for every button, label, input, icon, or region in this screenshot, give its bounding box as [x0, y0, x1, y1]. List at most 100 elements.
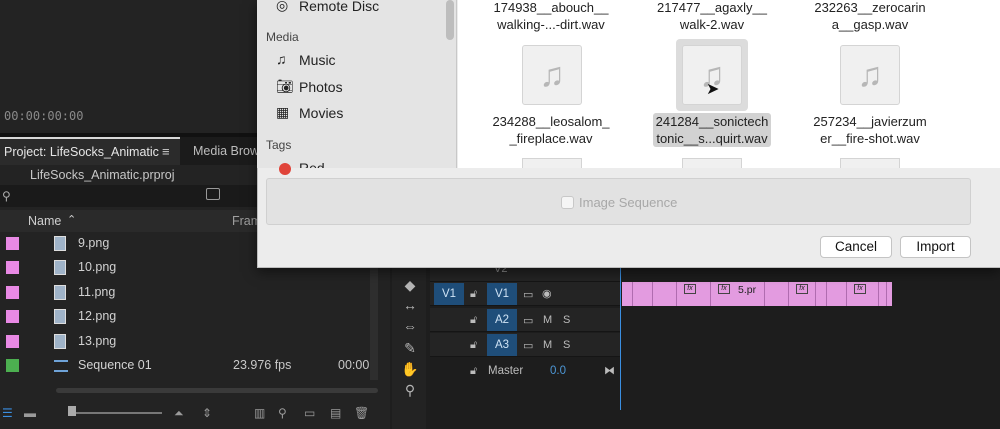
- list-item[interactable]: 12.png: [0, 305, 380, 329]
- zoom-tool-icon[interactable]: ⚲: [400, 382, 420, 400]
- sort-icons-icon[interactable]: ⏶: [174, 406, 184, 421]
- monitor-timecode: 00:00:00:00: [4, 109, 84, 123]
- clip-boundary: [652, 282, 653, 306]
- item-name: 13.png: [78, 334, 117, 348]
- file-name-line2: tonic__s...quirt.wav: [656, 131, 768, 146]
- track-target-a3[interactable]: A3: [487, 334, 517, 356]
- list-item[interactable]: Sequence 01 23.976 fps 00:00: [0, 354, 380, 378]
- clip-boundary: [710, 282, 711, 306]
- slip-tool-icon[interactable]: ↔: [400, 297, 420, 315]
- label-color-swatch: [6, 286, 19, 299]
- search-icon[interactable]: ⚲: [2, 189, 11, 203]
- file-name-line1: 217477__agaxly__: [657, 0, 767, 15]
- image-file-icon: [54, 285, 66, 300]
- file-item-selected[interactable]: 241284__sonictech tonic__s...quirt.wav: [645, 113, 779, 147]
- panel-menu-icon[interactable]: ≡: [162, 144, 170, 159]
- list-item[interactable]: 13.png: [0, 330, 380, 354]
- playhead[interactable]: [620, 260, 621, 410]
- clear-icon[interactable]: 🗑: [354, 406, 369, 420]
- sidebar-item-photos[interactable]: Photos: [299, 79, 343, 95]
- lock-icon[interactable]: 🔓︎: [470, 365, 477, 378]
- file-item[interactable]: 234288__leosalom_ _fireplace.wav: [484, 113, 618, 147]
- sync-lock-icon[interactable]: ▭: [523, 288, 533, 301]
- image-file-icon: [54, 236, 66, 251]
- file-item[interactable]: 257234__javierzum er__fire-shot.wav: [803, 113, 937, 147]
- track-target-a2[interactable]: A2: [487, 309, 517, 331]
- sidebar-item-remote-disc[interactable]: Remote Disc: [299, 0, 379, 14]
- audio-file-thumbnail[interactable]: [682, 158, 742, 168]
- sidebar-item-red-tag[interactable]: Red: [299, 160, 325, 168]
- file-name-line1: 232263__zerocarin: [814, 0, 926, 15]
- file-item[interactable]: 232263__zerocarin a__gasp.wav: [803, 0, 937, 33]
- v1-clip-strip[interactable]: [622, 282, 892, 306]
- image-file-icon: [54, 309, 66, 324]
- sidebar-scrollbar[interactable]: [446, 0, 454, 40]
- new-bin-icon[interactable]: ▭: [304, 406, 315, 420]
- solo-button[interactable]: S: [563, 314, 570, 326]
- track-target-v1[interactable]: V1: [487, 283, 517, 305]
- sidebar-item-music[interactable]: Music: [299, 52, 336, 68]
- bin-folder-icon[interactable]: [206, 188, 220, 200]
- mouse-cursor-icon: ➤: [706, 81, 720, 98]
- pen-tool-icon[interactable]: ✎: [400, 340, 420, 358]
- automate-to-sequence-icon[interactable]: ▥: [254, 406, 265, 420]
- music-note-icon: ♫: [857, 56, 883, 94]
- tab-project[interactable]: Project: LifeSocks_Animatic: [0, 137, 180, 165]
- icon-view-icon[interactable]: ▬: [24, 406, 36, 420]
- lock-icon[interactable]: 🔓︎: [470, 288, 477, 301]
- sidebar-item-movies[interactable]: Movies: [299, 105, 343, 121]
- master-volume-value[interactable]: 0.0: [550, 365, 566, 377]
- audio-file-thumbnail[interactable]: ♫: [522, 45, 582, 105]
- solo-button[interactable]: S: [563, 339, 570, 351]
- zoom-slider-handle[interactable]: [68, 406, 76, 416]
- mute-button[interactable]: M: [543, 314, 552, 326]
- file-item[interactable]: 174938__abouch__ walking-...-dirt.wav: [484, 0, 618, 33]
- label-color-swatch: [6, 335, 19, 348]
- sync-lock-icon[interactable]: ▭: [523, 314, 533, 327]
- tab-media-browser[interactable]: Media Brow: [193, 144, 259, 158]
- sidebar-section-tags: Tags: [266, 138, 292, 152]
- find-icon[interactable]: ⚲: [278, 406, 287, 420]
- clip-name: 5.pr: [738, 284, 757, 296]
- audio-file-thumbnail[interactable]: [840, 158, 900, 168]
- project-horizontal-scrollbar[interactable]: [56, 388, 378, 393]
- eye-icon[interactable]: ◉: [542, 287, 552, 300]
- source-patch-v1[interactable]: V1: [434, 283, 464, 305]
- list-view-icon[interactable]: ☰: [2, 406, 13, 420]
- file-name-line2: walking-...-dirt.wav: [497, 17, 605, 32]
- fx-badge-icon: fx: [718, 284, 730, 294]
- file-item[interactable]: 217477__agaxly__ walk-2.wav: [645, 0, 779, 33]
- sort-ascending-icon[interactable]: ⌃: [67, 213, 76, 226]
- mute-button[interactable]: M: [543, 339, 552, 351]
- list-item[interactable]: 11.png: [0, 281, 380, 305]
- master-end-icon[interactable]: ⧓: [604, 364, 615, 377]
- lock-icon[interactable]: 🔓︎: [470, 314, 477, 327]
- razor-tool-icon[interactable]: ◆: [400, 277, 420, 295]
- item-frame-rate: 23.976 fps: [233, 358, 292, 372]
- zoom-slider[interactable]: [72, 412, 162, 414]
- file-name-line2: walk-2.wav: [679, 17, 745, 32]
- sync-lock-icon[interactable]: ▭: [523, 339, 533, 352]
- item-name: Sequence 01: [78, 358, 152, 372]
- audio-file-thumbnail[interactable]: ♫: [840, 45, 900, 105]
- clip-boundary: [788, 282, 789, 306]
- image-sequence-checkbox[interactable]: [561, 196, 574, 209]
- clip-boundary: [764, 282, 765, 306]
- clip-boundary: [846, 282, 847, 306]
- sort-order-icon[interactable]: ⇕: [202, 406, 212, 420]
- slide-tool-icon[interactable]: ⇔: [400, 318, 420, 336]
- import-button[interactable]: Import: [900, 236, 971, 258]
- column-name-header[interactable]: Name: [28, 214, 61, 228]
- file-name-line2: a__gasp.wav: [831, 17, 909, 32]
- hand-tool-icon[interactable]: ✋: [400, 361, 420, 379]
- lock-icon[interactable]: 🔓︎: [470, 339, 477, 352]
- cancel-button[interactable]: Cancel: [820, 236, 892, 258]
- clip-boundary: [826, 282, 827, 306]
- audio-file-thumbnail[interactable]: [522, 158, 582, 168]
- label-color-swatch: [6, 261, 19, 274]
- clip-boundary: [815, 282, 816, 306]
- sequence-icon: [54, 360, 68, 372]
- fx-badge-icon: fx: [684, 284, 696, 294]
- file-name-line1: 241284__sonictech: [655, 114, 769, 129]
- new-item-icon[interactable]: ▤: [330, 406, 341, 420]
